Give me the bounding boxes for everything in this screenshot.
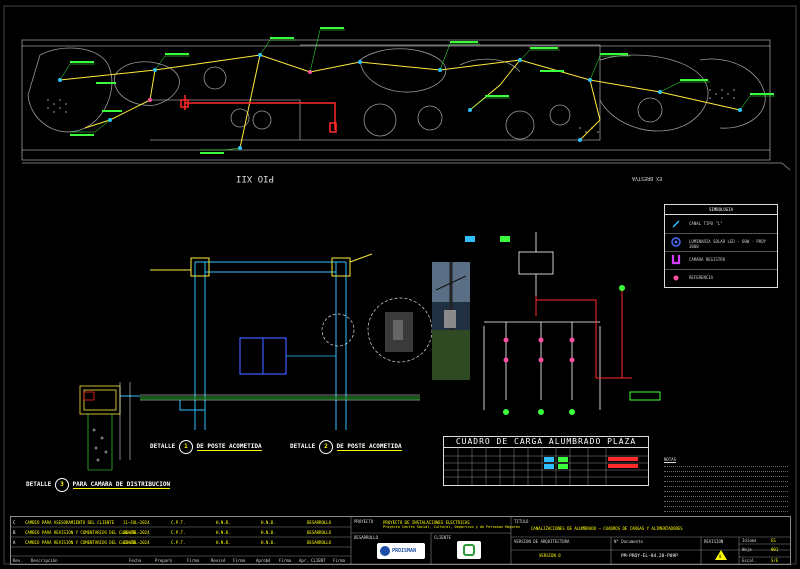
- proyecto-label: PROYECTO: [354, 519, 374, 524]
- legend-title: SIMBOLOGIA: [665, 205, 777, 215]
- rev-status: DESARROLLO: [307, 520, 332, 525]
- col-header: Firma: [233, 558, 246, 563]
- legend-label: REFERENCIA: [689, 275, 714, 280]
- rev-approver: H.N.B.: [261, 530, 276, 535]
- legend-row: CAMARA REGISTRO: [665, 251, 777, 270]
- caption-word: DETALLE: [290, 443, 316, 450]
- detalle-camara-caption: DETALLE 3 PARA CAMARA DE DISTRIBUCION: [26, 478, 171, 492]
- cuadro-grid: [444, 447, 648, 485]
- proisman-logo: PROISMAN: [377, 543, 425, 559]
- luminaire-icon: [671, 237, 681, 247]
- doc-value: PM-PROY-EL-04.20-P09P: [621, 554, 678, 559]
- rev-desc: CAMBIO PARA ASESORAMIENTO DEL CLIENTE: [25, 520, 115, 525]
- hoja-label: Hoja: [742, 547, 752, 552]
- doc-label: N° Documento: [614, 539, 643, 544]
- detalle-poste-2-caption: DETALLE 2 DE POSTE ACOMETIDA: [290, 440, 402, 454]
- legend-row: LUMINARIA SOLAR LED - 60W - PROY 3000: [665, 233, 777, 252]
- cliente-logo: [457, 541, 481, 559]
- hoja-value: 001: [771, 547, 779, 552]
- caption-word: DETALLE: [150, 443, 176, 450]
- col-header: Descripción: [31, 558, 58, 563]
- notes-title: NOTAS: [664, 457, 677, 462]
- detail-number-badge: 1: [178, 440, 193, 454]
- col-header: Firma: [333, 558, 346, 563]
- legend-label: CAMARA REGISTRO: [689, 257, 726, 262]
- rev-reviewer: H.N.B.: [216, 530, 231, 535]
- rev-letter: C: [13, 520, 16, 525]
- caption-text: PARA CAMARA DE DISTRIBUCION: [72, 481, 171, 489]
- site-plan: [21, 39, 791, 171]
- single-line-diagram: [483, 232, 601, 410]
- idioma-value: ES: [771, 538, 776, 543]
- logo-icon: [380, 546, 390, 556]
- rev-status: DESARROLLO: [307, 530, 332, 535]
- elaboro-label: DESARROLLO: [354, 535, 379, 540]
- proyecto-subtitle: Proyecto Centro Social, Cultural, Deport…: [383, 525, 520, 529]
- medidor-box: [239, 337, 287, 375]
- rev-letter: A: [13, 540, 16, 545]
- lighting-circuit: [59, 54, 741, 149]
- camara-icon: [671, 255, 681, 265]
- idioma-label: Idioma: [742, 538, 757, 543]
- title-block: C CAMBIO PARA ASESORAMIENTO DEL CLIENTE …: [10, 516, 791, 565]
- referencia-icon: [673, 275, 679, 281]
- canal-icon: [672, 220, 680, 228]
- legend-label: CANAL TIPO "L": [689, 221, 723, 226]
- luminaire-points: [58, 53, 742, 150]
- notes-block: NOTAS: [664, 457, 788, 514]
- cliente-label: CLIENTE: [434, 535, 451, 540]
- revision-label: REVISION: [704, 539, 724, 544]
- col-header: Firma: [187, 558, 200, 563]
- col-header: Firma: [279, 558, 292, 563]
- logo-text: PROISMAN: [392, 548, 417, 554]
- rev-approver: H.N.B.: [261, 520, 276, 525]
- escala-value: S/E: [771, 558, 779, 563]
- col-header: Fecha: [129, 558, 142, 563]
- rev-date: 11—JUL—2024: [123, 520, 150, 525]
- col-header: Apr. CLIENT: [299, 558, 326, 563]
- detail-number-badge: 2: [318, 440, 333, 454]
- legend-row: REFERENCIA: [665, 269, 777, 287]
- rev-letter: B: [13, 530, 16, 535]
- rev-date: 03—JUL—2024: [123, 540, 150, 545]
- main-feeder: [180, 95, 337, 133]
- rev-desc: CAMBIO PARA REVISION Y COMENTARIOS DEL C…: [25, 530, 136, 535]
- rev-prep: C.P.T.: [171, 520, 186, 525]
- col-header: Aprobó: [256, 558, 271, 563]
- version-label: VERSION DE ARQUITECTURA: [514, 539, 570, 544]
- col-header: Preparó: [155, 558, 172, 563]
- rev-date: 06—JUL—2024: [123, 530, 150, 535]
- legend-label: LUMINARIA SOLAR LED - 60W - PROY 3000: [689, 239, 767, 249]
- rev-prep: C.P.T.: [171, 530, 186, 535]
- version-value: VERSION 0: [539, 553, 561, 558]
- titulo-text: CANALIZACIONES DE ALUMBRADO – CUADROS DE…: [531, 526, 683, 531]
- cliente-logo-icon: [463, 544, 475, 556]
- cuadro-carga-table: CUADRO DE CARGA ALUMBRADO PLAZA: [443, 436, 649, 486]
- col-header: Rev.: [13, 558, 23, 563]
- caption-word: DETALLE: [26, 481, 52, 488]
- rev-reviewer: H.N.B.: [216, 540, 231, 545]
- col-header: Revisó: [211, 558, 226, 563]
- caption-text: DE POSTE ACOMETIDA: [196, 443, 262, 451]
- titulo-label: TITULO: [514, 519, 529, 524]
- detalle-poste-1-caption: DETALLE 1 DE POSTE ACOMETIDA: [150, 440, 262, 454]
- legend-row: CANAL TIPO "L": [665, 215, 777, 234]
- rev-approver: H.N.B.: [261, 540, 276, 545]
- escala-label: Escal.: [742, 558, 757, 563]
- caption-text: DE POSTE ACOMETIDA: [336, 443, 402, 451]
- rev-prep: C.P.T.: [171, 540, 186, 545]
- detail-number-badge: 3: [54, 478, 69, 492]
- street-label-left: PIO XII: [236, 173, 274, 183]
- rev-reviewer: H.N.B.: [216, 520, 231, 525]
- street-label-right: EX BRESTVA: [632, 175, 663, 181]
- symbol-legend: SIMBOLOGIA CANAL TIPO "L" LUMINARIA SOLA…: [664, 204, 778, 288]
- rev-status: DESARROLLO: [307, 540, 332, 545]
- revision-value: 0: [719, 554, 722, 559]
- rev-desc: CAMBIO PARA REVISION Y COMENTARIOS DEL C…: [25, 540, 136, 545]
